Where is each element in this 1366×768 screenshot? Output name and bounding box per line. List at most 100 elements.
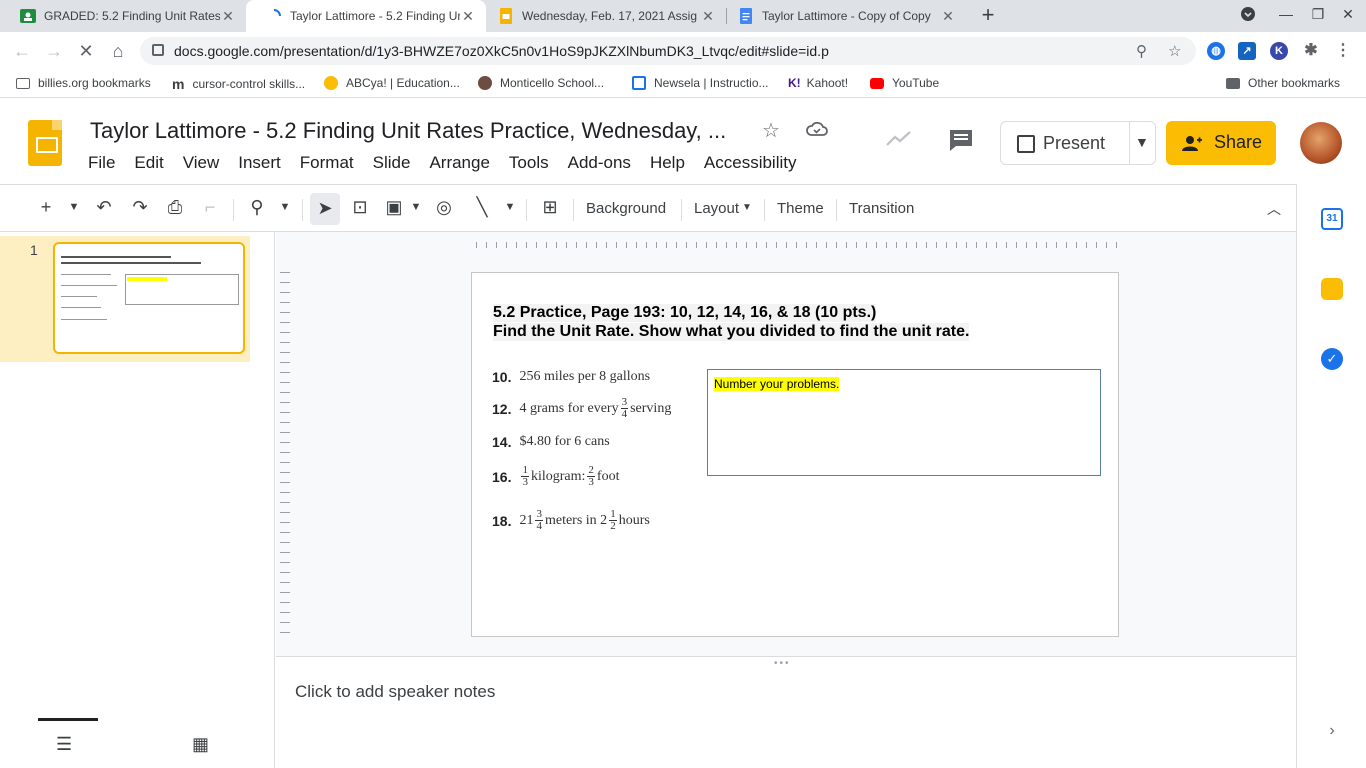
slide-thumbnail[interactable] bbox=[53, 242, 245, 354]
menu-format[interactable]: Format bbox=[300, 153, 354, 173]
answer-text-box[interactable]: Number your problems. bbox=[707, 369, 1101, 476]
zoom-icon[interactable]: ⚲ bbox=[245, 197, 269, 218]
thumb-line bbox=[61, 256, 171, 258]
new-slide-icon[interactable]: + bbox=[34, 197, 58, 218]
shape-icon[interactable]: ◎ bbox=[432, 197, 456, 218]
tab-graded[interactable]: GRADED: 5.2 Finding Unit Rates ✕ bbox=[0, 0, 246, 32]
menu-addons[interactable]: Add-ons bbox=[568, 153, 631, 173]
bookmark-star-icon[interactable]: ☆ bbox=[1168, 42, 1181, 60]
avatar[interactable] bbox=[1300, 122, 1342, 164]
tab-docs-copy[interactable]: Taylor Lattimore - Copy of Copy ✕ bbox=[726, 0, 966, 32]
new-slide-dropdown-icon[interactable]: ▼ bbox=[62, 201, 86, 213]
comments-icon[interactable] bbox=[948, 128, 974, 158]
forward-arrow-icon[interactable]: → bbox=[43, 41, 65, 62]
line-icon[interactable]: ╲ bbox=[470, 197, 494, 218]
close-window-icon[interactable]: ✕ bbox=[1338, 6, 1358, 23]
extension-k-icon[interactable]: K bbox=[1270, 42, 1288, 60]
bookmark-item[interactable]: YouTube bbox=[870, 76, 939, 90]
layout-dropdown-icon[interactable]: ▼ bbox=[735, 202, 759, 213]
present-button[interactable]: Present ▼ bbox=[1000, 121, 1156, 165]
add-comment-icon[interactable]: ⊞ bbox=[538, 197, 562, 218]
tab-active-slides[interactable]: Taylor Lattimore - 5.2 Finding Un ✕ bbox=[246, 0, 486, 32]
tab-search-icon[interactable] bbox=[1238, 6, 1258, 25]
minimize-icon[interactable]: — bbox=[1276, 6, 1296, 22]
select-cursor-icon[interactable]: ➤ bbox=[310, 193, 340, 225]
site-info-icon[interactable] bbox=[152, 44, 164, 56]
other-bookmarks[interactable]: Other bookmarks bbox=[1226, 76, 1340, 90]
thumb-line bbox=[61, 296, 97, 297]
print-icon[interactable]: ⎙ bbox=[163, 197, 187, 218]
redo-icon[interactable]: ↷ bbox=[128, 197, 152, 218]
bookmark-item[interactable]: Monticello School... bbox=[478, 76, 604, 90]
tab-assignment[interactable]: Wednesday, Feb. 17, 2021 Assig ✕ bbox=[486, 0, 726, 32]
cloud-saved-icon[interactable] bbox=[806, 120, 828, 144]
extensions-puzzle-icon[interactable]: ✱ bbox=[1302, 42, 1320, 60]
undo-icon[interactable]: ↶ bbox=[92, 197, 116, 218]
close-tab-icon[interactable]: ✕ bbox=[940, 8, 956, 25]
star-icon[interactable]: ☆ bbox=[762, 118, 780, 143]
tasks-icon[interactable]: ✓ bbox=[1321, 348, 1343, 370]
address-bar[interactable]: docs.google.com/presentation/d/1y3-BHWZE… bbox=[140, 37, 1196, 65]
speaker-notes[interactable]: Click to add speaker notes bbox=[276, 666, 1296, 768]
menu-view[interactable]: View bbox=[183, 153, 220, 173]
close-tab-icon[interactable]: ✕ bbox=[460, 8, 476, 25]
stop-loading-icon[interactable]: ✕ bbox=[75, 41, 97, 62]
bookmark-item[interactable]: ABCya! | Education... bbox=[324, 76, 460, 90]
share-button[interactable]: Share bbox=[1166, 121, 1276, 165]
browser-menu-icon[interactable]: ⋮ bbox=[1334, 42, 1352, 60]
close-tab-icon[interactable]: ✕ bbox=[220, 8, 236, 25]
zoom-icon[interactable]: ⚲ bbox=[1136, 42, 1147, 60]
activity-trend-icon[interactable] bbox=[886, 130, 912, 153]
problem-number: 18. bbox=[492, 512, 512, 529]
restore-icon[interactable]: ❐ bbox=[1308, 6, 1328, 23]
url-text[interactable]: docs.google.com/presentation/d/1y3-BHWZE… bbox=[174, 43, 829, 59]
present-options-dropdown-icon[interactable]: ▼ bbox=[1135, 134, 1149, 150]
line-dropdown-icon[interactable]: ▼ bbox=[498, 201, 522, 213]
extension-new-icon[interactable]: ↗ bbox=[1238, 42, 1256, 60]
paint-format-icon[interactable]: ⌐ bbox=[198, 197, 222, 218]
document-title[interactable]: Taylor Lattimore - 5.2 Finding Unit Rate… bbox=[90, 118, 726, 144]
collapse-menus-icon[interactable]: ︿ bbox=[1262, 199, 1286, 219]
calendar-icon[interactable]: 31 bbox=[1321, 208, 1343, 230]
answer-box-text[interactable]: Number your problems. bbox=[714, 377, 840, 391]
menu-accessibility[interactable]: Accessibility bbox=[704, 153, 797, 173]
bookmark-item[interactable]: Newsela | Instructio... bbox=[632, 76, 769, 90]
bookmark-item[interactable]: K! Kahoot! bbox=[788, 76, 848, 90]
theme-button[interactable]: Theme bbox=[777, 200, 824, 217]
menu-file[interactable]: File bbox=[88, 153, 115, 173]
expand-panel-icon[interactable]: › bbox=[1321, 722, 1343, 744]
notes-resize-handle[interactable]: ••• bbox=[276, 656, 1296, 669]
image-icon[interactable]: ▣ bbox=[382, 197, 406, 218]
slide-heading[interactable]: 5.2 Practice, Page 193: 10, 12, 14, 16, … bbox=[493, 304, 877, 322]
menu-slide[interactable]: Slide bbox=[373, 153, 411, 173]
slides-logo[interactable] bbox=[28, 120, 62, 166]
bookmark-folder[interactable]: billies.org bookmarks bbox=[16, 76, 151, 90]
menu-help[interactable]: Help bbox=[650, 153, 685, 173]
transition-button[interactable]: Transition bbox=[849, 200, 914, 217]
menu-arrange[interactable]: Arrange bbox=[429, 153, 489, 173]
fraction: 34 bbox=[620, 396, 629, 420]
bookmark-item[interactable]: m cursor-control skills... bbox=[172, 76, 305, 92]
filmstrip-view-icon[interactable]: ☰ bbox=[56, 734, 72, 755]
zoom-dropdown-icon[interactable]: ▼ bbox=[273, 201, 297, 213]
back-arrow-icon[interactable]: ← bbox=[11, 41, 33, 62]
extension-globe-icon[interactable]: ◍ bbox=[1207, 42, 1225, 60]
keep-icon[interactable] bbox=[1321, 278, 1343, 300]
background-button[interactable]: Background bbox=[586, 200, 666, 217]
problem-text: $4.80 for 6 cans bbox=[519, 434, 610, 449]
slide-instructions[interactable]: Find the Unit Rate. Show what you divide… bbox=[493, 323, 970, 341]
new-tab-button[interactable]: + bbox=[976, 4, 1000, 28]
menu-insert[interactable]: Insert bbox=[238, 153, 281, 173]
home-icon[interactable]: ⌂ bbox=[107, 41, 129, 62]
menu-edit[interactable]: Edit bbox=[134, 153, 163, 173]
grid-view-icon[interactable]: ▦ bbox=[192, 734, 209, 755]
text-box-icon[interactable]: ⊡ bbox=[348, 197, 372, 218]
speaker-notes-placeholder[interactable]: Click to add speaker notes bbox=[295, 682, 495, 702]
tab-title: GRADED: 5.2 Finding Unit Rates bbox=[44, 9, 220, 23]
fraction: 23 bbox=[587, 464, 595, 488]
image-dropdown-icon[interactable]: ▼ bbox=[404, 201, 428, 213]
close-tab-icon[interactable]: ✕ bbox=[700, 8, 716, 25]
layout-button[interactable]: Layout bbox=[694, 200, 739, 217]
menu-tools[interactable]: Tools bbox=[509, 153, 549, 173]
slide[interactable]: 5.2 Practice, Page 193: 10, 12, 14, 16, … bbox=[471, 272, 1119, 637]
